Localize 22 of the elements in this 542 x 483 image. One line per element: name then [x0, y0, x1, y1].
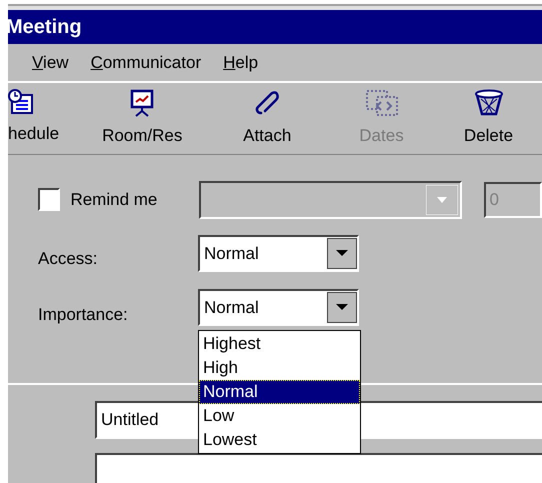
- dropdown-arrow-icon: [426, 184, 458, 215]
- toolbar-button[interactable]: hedule: [8, 83, 78, 154]
- trash-basket-icon: [474, 89, 504, 118]
- reminder-dropdown[interactable]: [199, 180, 462, 219]
- toolbar-button[interactable]: Room/Res: [78, 83, 206, 154]
- toolbar-button[interactable]: Attach: [206, 83, 328, 154]
- document-clock-icon: [8, 89, 34, 116]
- menu-item[interactable]: Communicator: [90, 50, 202, 76]
- importance-dropdown[interactable]: Normal: [198, 289, 359, 326]
- easel-icon: [129, 89, 156, 118]
- menu-item[interactable]: View: [32, 50, 69, 76]
- calendar-arrows-icon: [364, 89, 398, 118]
- access-dropdown[interactable]: Normal: [198, 234, 359, 272]
- checkbox-label: Remind me: [70, 189, 158, 212]
- field-label: Access:: [38, 248, 99, 270]
- field-label: Importance:: [38, 304, 129, 326]
- text-field[interactable]: [95, 453, 542, 483]
- list-option[interactable]: Normal: [199, 380, 360, 404]
- menu-item[interactable]: Help: [223, 50, 258, 76]
- toolbar-button[interactable]: Delete: [435, 83, 542, 154]
- checkbox[interactable]: [38, 188, 60, 212]
- window-title: Meeting: [6, 14, 82, 40]
